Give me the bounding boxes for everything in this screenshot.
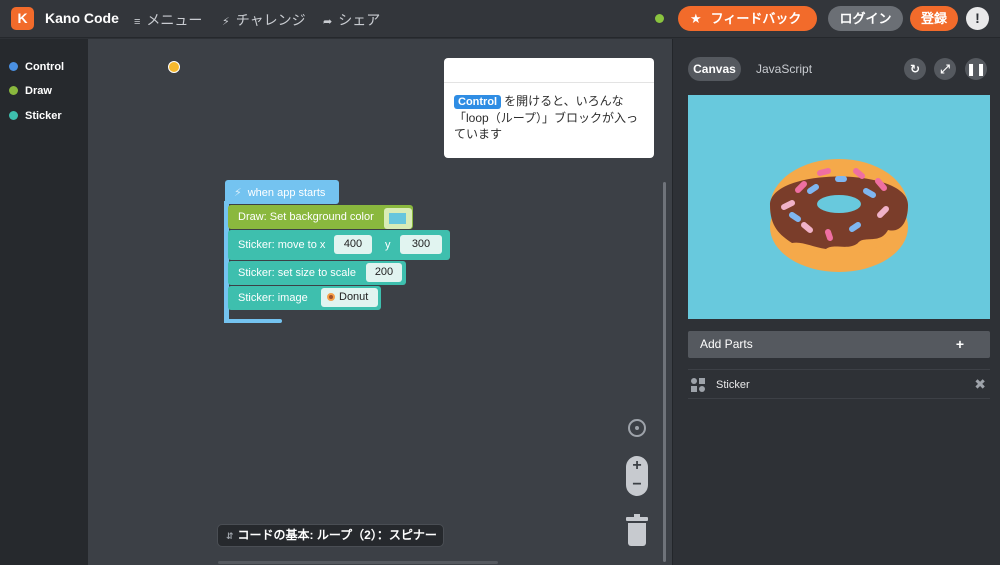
control-dot-icon: [9, 62, 18, 71]
hat-block-foot: [224, 319, 282, 323]
y-value-input[interactable]: 300: [400, 235, 442, 254]
output-panel: Canvas JavaScript ↻ ⤢ ❚❚ Add Parts + Sti…: [673, 39, 1000, 565]
shapes-icon: [691, 378, 705, 392]
tab-javascript[interactable]: JavaScript: [756, 62, 812, 76]
tab-canvas[interactable]: Canvas: [688, 57, 741, 81]
alert-icon[interactable]: !: [966, 7, 989, 30]
nav-menu-label: メニュー: [146, 12, 203, 28]
add-parts-button[interactable]: Add Parts +: [688, 331, 990, 358]
lesson-icon: ⇵: [226, 531, 234, 541]
zoom-control[interactable]: + −: [626, 456, 648, 496]
donut-icon: [327, 293, 335, 301]
scale-value-input[interactable]: 200: [366, 263, 402, 282]
code-workspace[interactable]: Control を開けると、いろんな「loop（ループ）」ブロックが入っています …: [88, 39, 672, 565]
login-button[interactable]: ログイン: [828, 6, 903, 31]
star-icon: ★: [690, 11, 702, 26]
tooltip-body: Control を開けると、いろんな「loop（ループ）」ブロックが入っています: [444, 83, 654, 152]
plus-icon: +: [955, 336, 964, 352]
draw-block-label: Draw: Set background color: [238, 211, 374, 223]
donut-sticker: [770, 159, 908, 272]
hint-tooltip: Control を開けると、いろんな「loop（ループ）」ブロックが入っています: [444, 58, 654, 158]
category-label: Control: [25, 61, 65, 73]
y-label: y: [385, 239, 391, 251]
hat-block-label: when app starts: [247, 187, 326, 199]
menu-icon: ≡: [134, 16, 141, 28]
category-draw[interactable]: Draw: [9, 85, 52, 97]
kano-logo[interactable]: K: [11, 7, 34, 30]
x-value-input[interactable]: 400: [334, 235, 372, 254]
block-category-sidebar: Control Draw Sticker: [0, 39, 88, 565]
feedback-button[interactable]: ★ フィードバック: [678, 6, 817, 31]
pause-icon[interactable]: ❚❚: [965, 58, 987, 80]
fullscreen-icon[interactable]: ⤢: [934, 58, 956, 80]
nav-menu[interactable]: ≡ メニュー: [134, 10, 202, 30]
top-bar: K Kano Code ≡ メニュー ⚡ チャレンジ ➦ シェア ★ フィードバック ロ…: [0, 0, 1000, 38]
bolt-icon: ⚡: [222, 16, 230, 28]
add-parts-label: Add Parts: [700, 337, 753, 351]
zoom-in-icon[interactable]: +: [626, 456, 648, 475]
control-chip: Control: [454, 95, 502, 109]
image-block-label: Sticker: image: [238, 292, 308, 304]
when-app-starts-block[interactable]: ⚡ when app starts: [225, 180, 339, 204]
nav-challenge-label: チャレンジ: [235, 12, 306, 28]
share-icon: ➦: [323, 16, 333, 28]
remove-part-icon[interactable]: ✖: [974, 376, 986, 393]
image-dropdown[interactable]: Donut: [321, 288, 378, 307]
part-name: Sticker: [716, 379, 750, 391]
connection-status-dot: [655, 14, 664, 23]
canvas-preview[interactable]: [688, 95, 990, 319]
sticker-dot-icon: [9, 111, 18, 120]
category-sticker[interactable]: Sticker: [9, 110, 62, 122]
tooltip-header: [444, 58, 654, 83]
category-label: Sticker: [25, 110, 62, 122]
nav-challenge[interactable]: ⚡ チャレンジ: [222, 10, 306, 30]
nav-share[interactable]: ➦ シェア: [323, 10, 380, 30]
bolt-icon: ⚡: [234, 187, 242, 199]
highlight-beacon: [168, 61, 180, 73]
trash-icon[interactable]: [626, 514, 648, 546]
color-picker-slot[interactable]: [384, 208, 412, 229]
color-swatch: [389, 213, 406, 224]
app-title: Kano Code: [45, 10, 119, 26]
workspace-vertical-scrollbar[interactable]: [663, 182, 666, 562]
category-label: Draw: [25, 85, 52, 97]
scale-block-label: Sticker: set size to scale: [238, 267, 356, 279]
part-row-sticker[interactable]: Sticker ✖: [688, 369, 990, 399]
recenter-icon[interactable]: [628, 419, 646, 437]
move-block-label: Sticker: move to x: [238, 239, 326, 251]
workspace-horizontal-scrollbar[interactable]: [218, 561, 498, 564]
draw-dot-icon: [9, 86, 18, 95]
nav-share-label: シェア: [338, 12, 381, 28]
lesson-label: コードの基本: ループ（2）：スピナー: [237, 528, 437, 542]
image-value: Donut: [339, 291, 369, 303]
restart-icon[interactable]: ↻: [904, 58, 926, 80]
category-control[interactable]: Control: [9, 61, 64, 73]
feedback-label: フィードバック: [710, 11, 802, 26]
lesson-title-pill[interactable]: ⇵ コードの基本: ループ（2）：スピナー: [217, 524, 444, 547]
register-button[interactable]: 登録: [910, 6, 958, 31]
zoom-out-icon[interactable]: −: [626, 475, 648, 494]
